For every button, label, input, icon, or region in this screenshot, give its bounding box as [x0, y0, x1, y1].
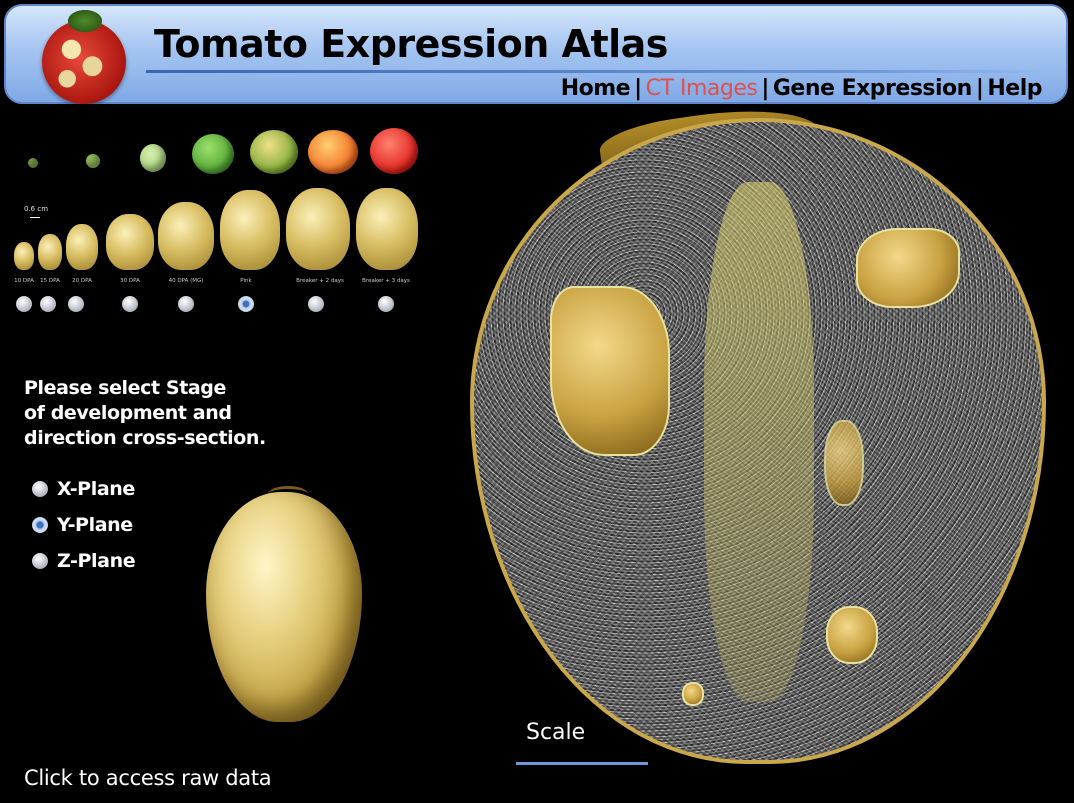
stage-ct-breaker-3: [356, 188, 418, 270]
main-nav: Home | CT Images | Gene Expression | Help: [561, 76, 1043, 101]
stage-label: 40 DPA (MG): [168, 278, 204, 284]
ct-central-core: [704, 182, 814, 702]
plane-radio-x[interactable]: [32, 481, 48, 497]
nav-separator: |: [761, 76, 769, 101]
nav-gene-expression[interactable]: Gene Expression: [773, 76, 972, 101]
stage-radio-30dpa[interactable]: [122, 296, 138, 312]
stage-ct-20dpa: [66, 224, 98, 270]
instructions-line: Please select Stage: [24, 377, 226, 399]
ct-locule: [826, 606, 878, 664]
stage-photo-15dpa: [86, 154, 100, 168]
ct-locule: [824, 420, 864, 506]
nav-separator: |: [634, 76, 642, 101]
stage-ct-pink: [220, 190, 280, 270]
stage-label: 15 DPA: [40, 278, 60, 284]
instructions-text: Please select Stage of development and d…: [24, 376, 304, 451]
stage-radio-10dpa[interactable]: [16, 296, 32, 312]
stage-label: Breaker + 3 days: [362, 278, 410, 284]
stage-label: 10 DPA: [14, 278, 34, 284]
header-banner: Tomato Expression Atlas Home | CT Images | G…: [4, 4, 1068, 104]
ct-locule: [682, 682, 704, 706]
stage-ct-30dpa: [106, 214, 154, 270]
stage-photo-pink: [308, 130, 358, 174]
stage-radio-pink[interactable]: [238, 296, 254, 312]
stage-photo-10dpa: [28, 158, 38, 168]
ct-locule: [856, 228, 960, 308]
plane-option-z[interactable]: Z-Plane: [32, 550, 136, 572]
instructions-line: direction cross-section.: [24, 427, 266, 449]
nav-separator: |: [975, 76, 984, 101]
stage-label: 30 DPA: [120, 278, 140, 284]
scale-label: Scale: [526, 720, 586, 745]
stage-radio-40dpa[interactable]: [178, 296, 194, 312]
page-title: Tomato Expression Atlas: [154, 22, 668, 66]
stage-label: Pink: [240, 278, 252, 284]
nav-ct-images[interactable]: CT Images: [646, 76, 758, 101]
plane-label-z: Z-Plane: [57, 550, 136, 572]
stage-scale-label: 0.6 cm: [24, 205, 49, 213]
fruit-3d-render[interactable]: [206, 492, 362, 722]
stage-radio-20dpa[interactable]: [68, 296, 84, 312]
plane-radio-z[interactable]: [32, 553, 48, 569]
stage-scale-bar: [30, 217, 40, 218]
tomato-leaf-icon: [68, 10, 102, 32]
scale-bar: [516, 762, 648, 765]
title-underline: [146, 70, 1046, 73]
stage-label: 20 DPA: [72, 278, 92, 284]
plane-option-x[interactable]: X-Plane: [32, 478, 135, 500]
instructions-line: of development and: [24, 402, 232, 424]
stage-label: Breaker + 2 days: [296, 278, 344, 284]
stage-radio-15dpa[interactable]: [40, 296, 56, 312]
stage-radio-breaker-2[interactable]: [308, 296, 324, 312]
ct-locule: [550, 286, 670, 456]
raw-data-link[interactable]: Click to access raw data: [24, 766, 272, 790]
stage-ct-breaker-2: [286, 188, 350, 270]
stage-photo-30dpa: [192, 134, 234, 174]
nav-home[interactable]: Home: [561, 76, 631, 101]
stage-photo-breaker: [370, 128, 418, 174]
plane-option-y[interactable]: Y-Plane: [32, 514, 133, 536]
stage-photo-20dpa: [140, 144, 166, 172]
tomato-globe-logo[interactable]: [42, 20, 126, 104]
stage-selector: 0.6 cm 10 DPA 15 DPA 20 DPA 30 DPA 40 DP…: [8, 118, 428, 328]
plane-label-x: X-Plane: [57, 478, 135, 500]
stage-ct-10dpa: [14, 242, 34, 270]
stage-ct-40dpa: [158, 202, 214, 270]
stage-ct-15dpa: [38, 234, 62, 270]
nav-help[interactable]: Help: [987, 76, 1042, 101]
plane-radio-y[interactable]: [32, 517, 48, 533]
stage-photo-40dpa: [250, 130, 298, 174]
ct-cross-section-image[interactable]: [470, 118, 1046, 764]
stage-radio-breaker-3[interactable]: [378, 296, 394, 312]
plane-label-y: Y-Plane: [57, 514, 133, 536]
